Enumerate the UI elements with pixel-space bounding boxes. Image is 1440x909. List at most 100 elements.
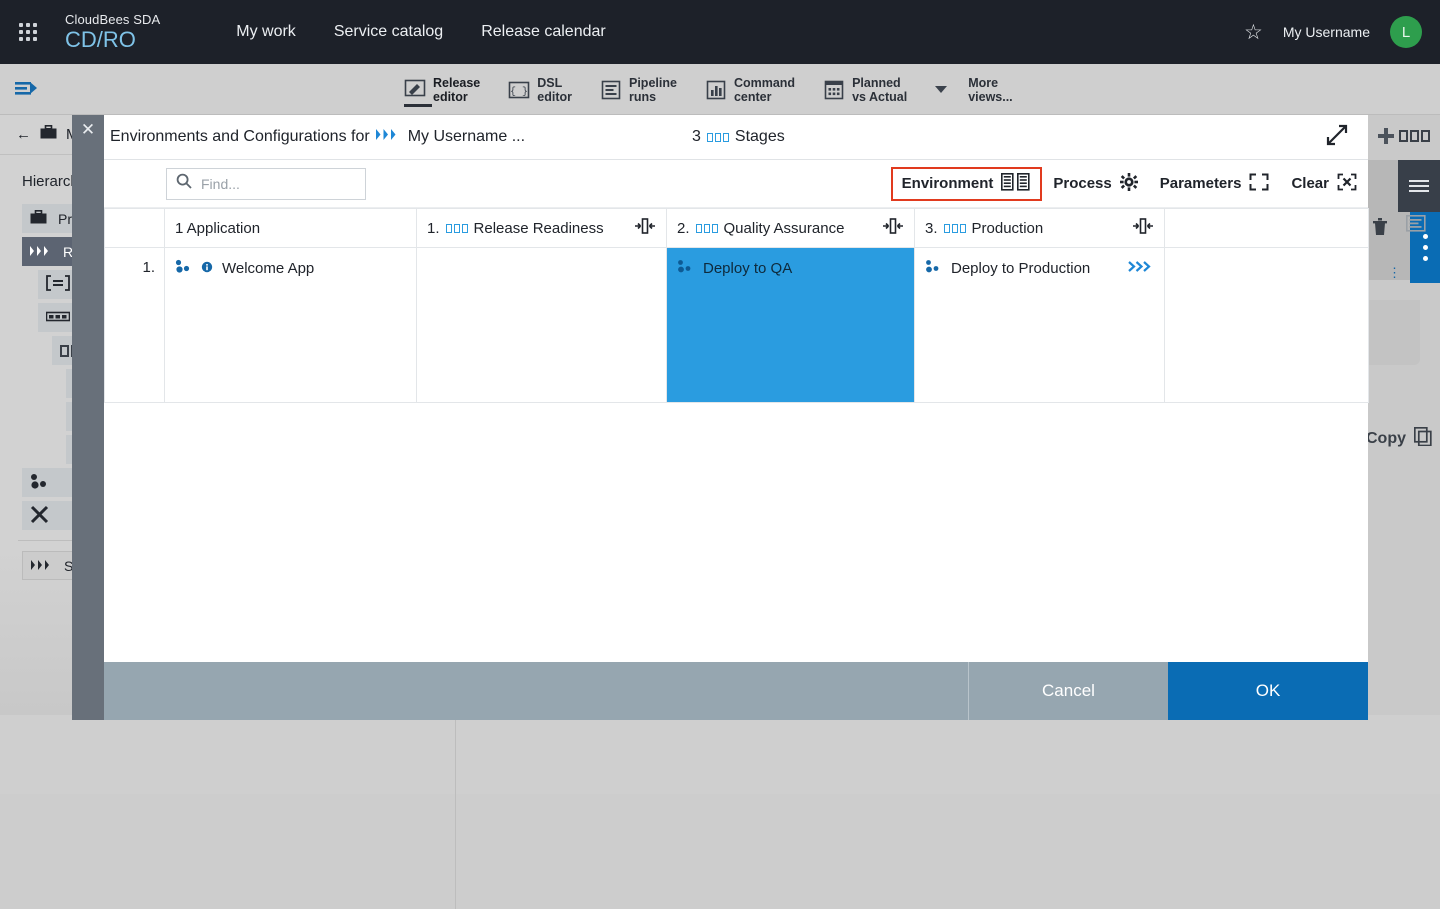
release-editor-icon <box>404 79 426 101</box>
process-button-label: Process <box>1053 175 1111 192</box>
cell-spacer <box>1165 248 1369 403</box>
canvas-divider <box>455 715 456 909</box>
application-cell[interactable]: Welcome App <box>165 248 417 403</box>
tab-planned-vs-actual[interactable]: Planned vs Actual <box>823 64 921 115</box>
menu-button[interactable] <box>1398 160 1440 212</box>
table-header-application[interactable]: 1 Application <box>165 209 417 248</box>
expand-diagonal-icon[interactable] <box>1326 124 1348 151</box>
nav-link-my-work[interactable]: My work <box>236 23 296 41</box>
search-input[interactable] <box>199 175 349 193</box>
collapse-column-icon[interactable] <box>634 218 656 238</box>
info-dot-icon[interactable] <box>201 260 213 277</box>
plus-icon <box>1377 127 1395 145</box>
tab-more-views-label: More views... <box>968 76 1012 104</box>
close-icon[interactable]: ✕ <box>80 122 96 138</box>
expand-sidebar-icon[interactable] <box>14 76 42 100</box>
notes-icon[interactable] <box>1406 215 1426 237</box>
row-number-cell: 1. <box>105 248 165 403</box>
process-name: Deploy to QA <box>703 260 792 277</box>
copy-label: Copy <box>1366 430 1406 448</box>
table-header-release-readiness[interactable]: 1. Release Readiness <box>417 209 667 248</box>
row-actions-icon[interactable]: ⋮ <box>1388 265 1402 281</box>
brand-bottom-label: CD/RO <box>65 28 160 51</box>
cancel-button[interactable]: Cancel <box>968 662 1168 720</box>
cell-quality-assurance[interactable]: Deploy to QA <box>667 248 915 403</box>
stage-count-label: 3 Stages <box>692 128 785 146</box>
chevron-down-icon <box>935 86 947 93</box>
hamburger-icon <box>1409 177 1429 195</box>
column-number: 2. <box>677 220 690 237</box>
collapse-column-icon[interactable] <box>1132 218 1154 238</box>
tab-release-editor[interactable]: Release editor <box>404 64 494 115</box>
process-dots-icon <box>925 259 942 278</box>
dialog-toolbar: Environment <box>104 160 1368 208</box>
tab-dsl-editor-label: DSL editor <box>537 76 572 104</box>
cell-production[interactable]: Deploy to Production <box>915 248 1165 403</box>
three-bars-icon <box>46 310 70 326</box>
table-header-rownum <box>105 209 165 248</box>
dialog-title-name: My Username ... <box>408 128 525 146</box>
bracket-equals-icon <box>46 275 70 294</box>
stages-icon <box>446 224 468 233</box>
process-button[interactable]: Process <box>1042 167 1148 201</box>
top-nav-right-cluster: ☆ My Username L <box>1244 16 1440 48</box>
search-box[interactable] <box>166 168 366 200</box>
dialog-title: Environments and Configurations for My U… <box>104 128 525 146</box>
parameters-button[interactable]: Parameters <box>1149 167 1281 201</box>
process-name: Deploy to Production <box>951 260 1090 277</box>
release-chevrons-icon <box>376 128 402 146</box>
tab-more-views[interactable]: More views... <box>935 64 1026 115</box>
stages-icon <box>696 224 718 233</box>
search-icon <box>176 173 192 194</box>
back-arrow-icon[interactable]: ← <box>16 126 31 143</box>
brand-logo[interactable]: CloudBees SDA CD/RO <box>65 13 160 51</box>
application-name: Welcome App <box>222 260 314 277</box>
dialog-title-prefix: Environments and Configurations for <box>110 128 370 146</box>
column-number: 3. <box>925 220 938 237</box>
avatar[interactable]: L <box>1390 16 1422 48</box>
table-row: 1. <box>105 248 1369 403</box>
table-header-row: 1 Application 1. Release Readiness <box>105 209 1369 248</box>
process-dots-icon <box>677 259 694 278</box>
table-header-quality-assurance-label: Quality Assurance <box>724 220 845 237</box>
application-dots-icon <box>30 473 50 493</box>
favorite-star-icon[interactable]: ☆ <box>1244 22 1263 43</box>
table-header-spacer <box>1165 209 1369 248</box>
view-tabs: Release editor { } DSL editor Pipelin <box>404 64 1041 115</box>
environments-configurations-dialog: Environments and Configurations for My U… <box>104 115 1368 720</box>
row-number: 1. <box>105 248 164 276</box>
tab-dsl-editor[interactable]: { } DSL editor <box>508 64 586 115</box>
dsl-editor-icon: { } <box>508 79 530 101</box>
collapse-column-icon[interactable] <box>882 218 904 238</box>
delete-button[interactable] <box>1372 217 1388 241</box>
modal-close-strip[interactable] <box>72 115 104 720</box>
clear-button-label: Clear <box>1291 175 1329 192</box>
add-stages-button[interactable] <box>1377 127 1430 145</box>
tools-icon <box>30 505 50 527</box>
svg-text:{ }: { } <box>510 86 528 98</box>
apps-grid-icon[interactable] <box>19 23 37 41</box>
clear-brackets-x-icon <box>1337 173 1357 195</box>
views-toolbar: Release editor { } DSL editor Pipelin <box>0 64 1440 115</box>
clear-button[interactable]: Clear <box>1280 167 1368 201</box>
planned-vs-actual-icon <box>823 79 845 101</box>
release-chevrons-icon[interactable] <box>1128 260 1154 277</box>
ok-button[interactable]: OK <box>1168 662 1368 720</box>
cell-release-readiness[interactable] <box>417 248 667 403</box>
command-center-icon <box>705 79 727 101</box>
table-header-production[interactable]: 3. Production <box>915 209 1165 248</box>
nav-link-service-catalog[interactable]: Service catalog <box>334 23 443 41</box>
parameters-button-label: Parameters <box>1160 175 1242 192</box>
stage-count-word: Stages <box>735 128 785 146</box>
nav-link-release-calendar[interactable]: Release calendar <box>481 23 606 41</box>
copy-button[interactable]: Copy <box>1366 427 1432 451</box>
brand-top-label: CloudBees SDA <box>65 13 160 27</box>
top-navigation-bar: CloudBees SDA CD/RO My work Service cata… <box>0 0 1440 64</box>
environment-button[interactable]: Environment <box>891 167 1043 201</box>
environments-table: 1 Application 1. Release Readiness <box>104 208 1369 403</box>
username-label[interactable]: My Username <box>1283 24 1370 40</box>
table-header-quality-assurance[interactable]: 2. Quality Assurance <box>667 209 915 248</box>
tab-command-center[interactable]: Command center <box>705 64 809 115</box>
release-chevrons-icon <box>31 558 53 574</box>
tab-pipeline-runs[interactable]: Pipeline runs <box>600 64 691 115</box>
